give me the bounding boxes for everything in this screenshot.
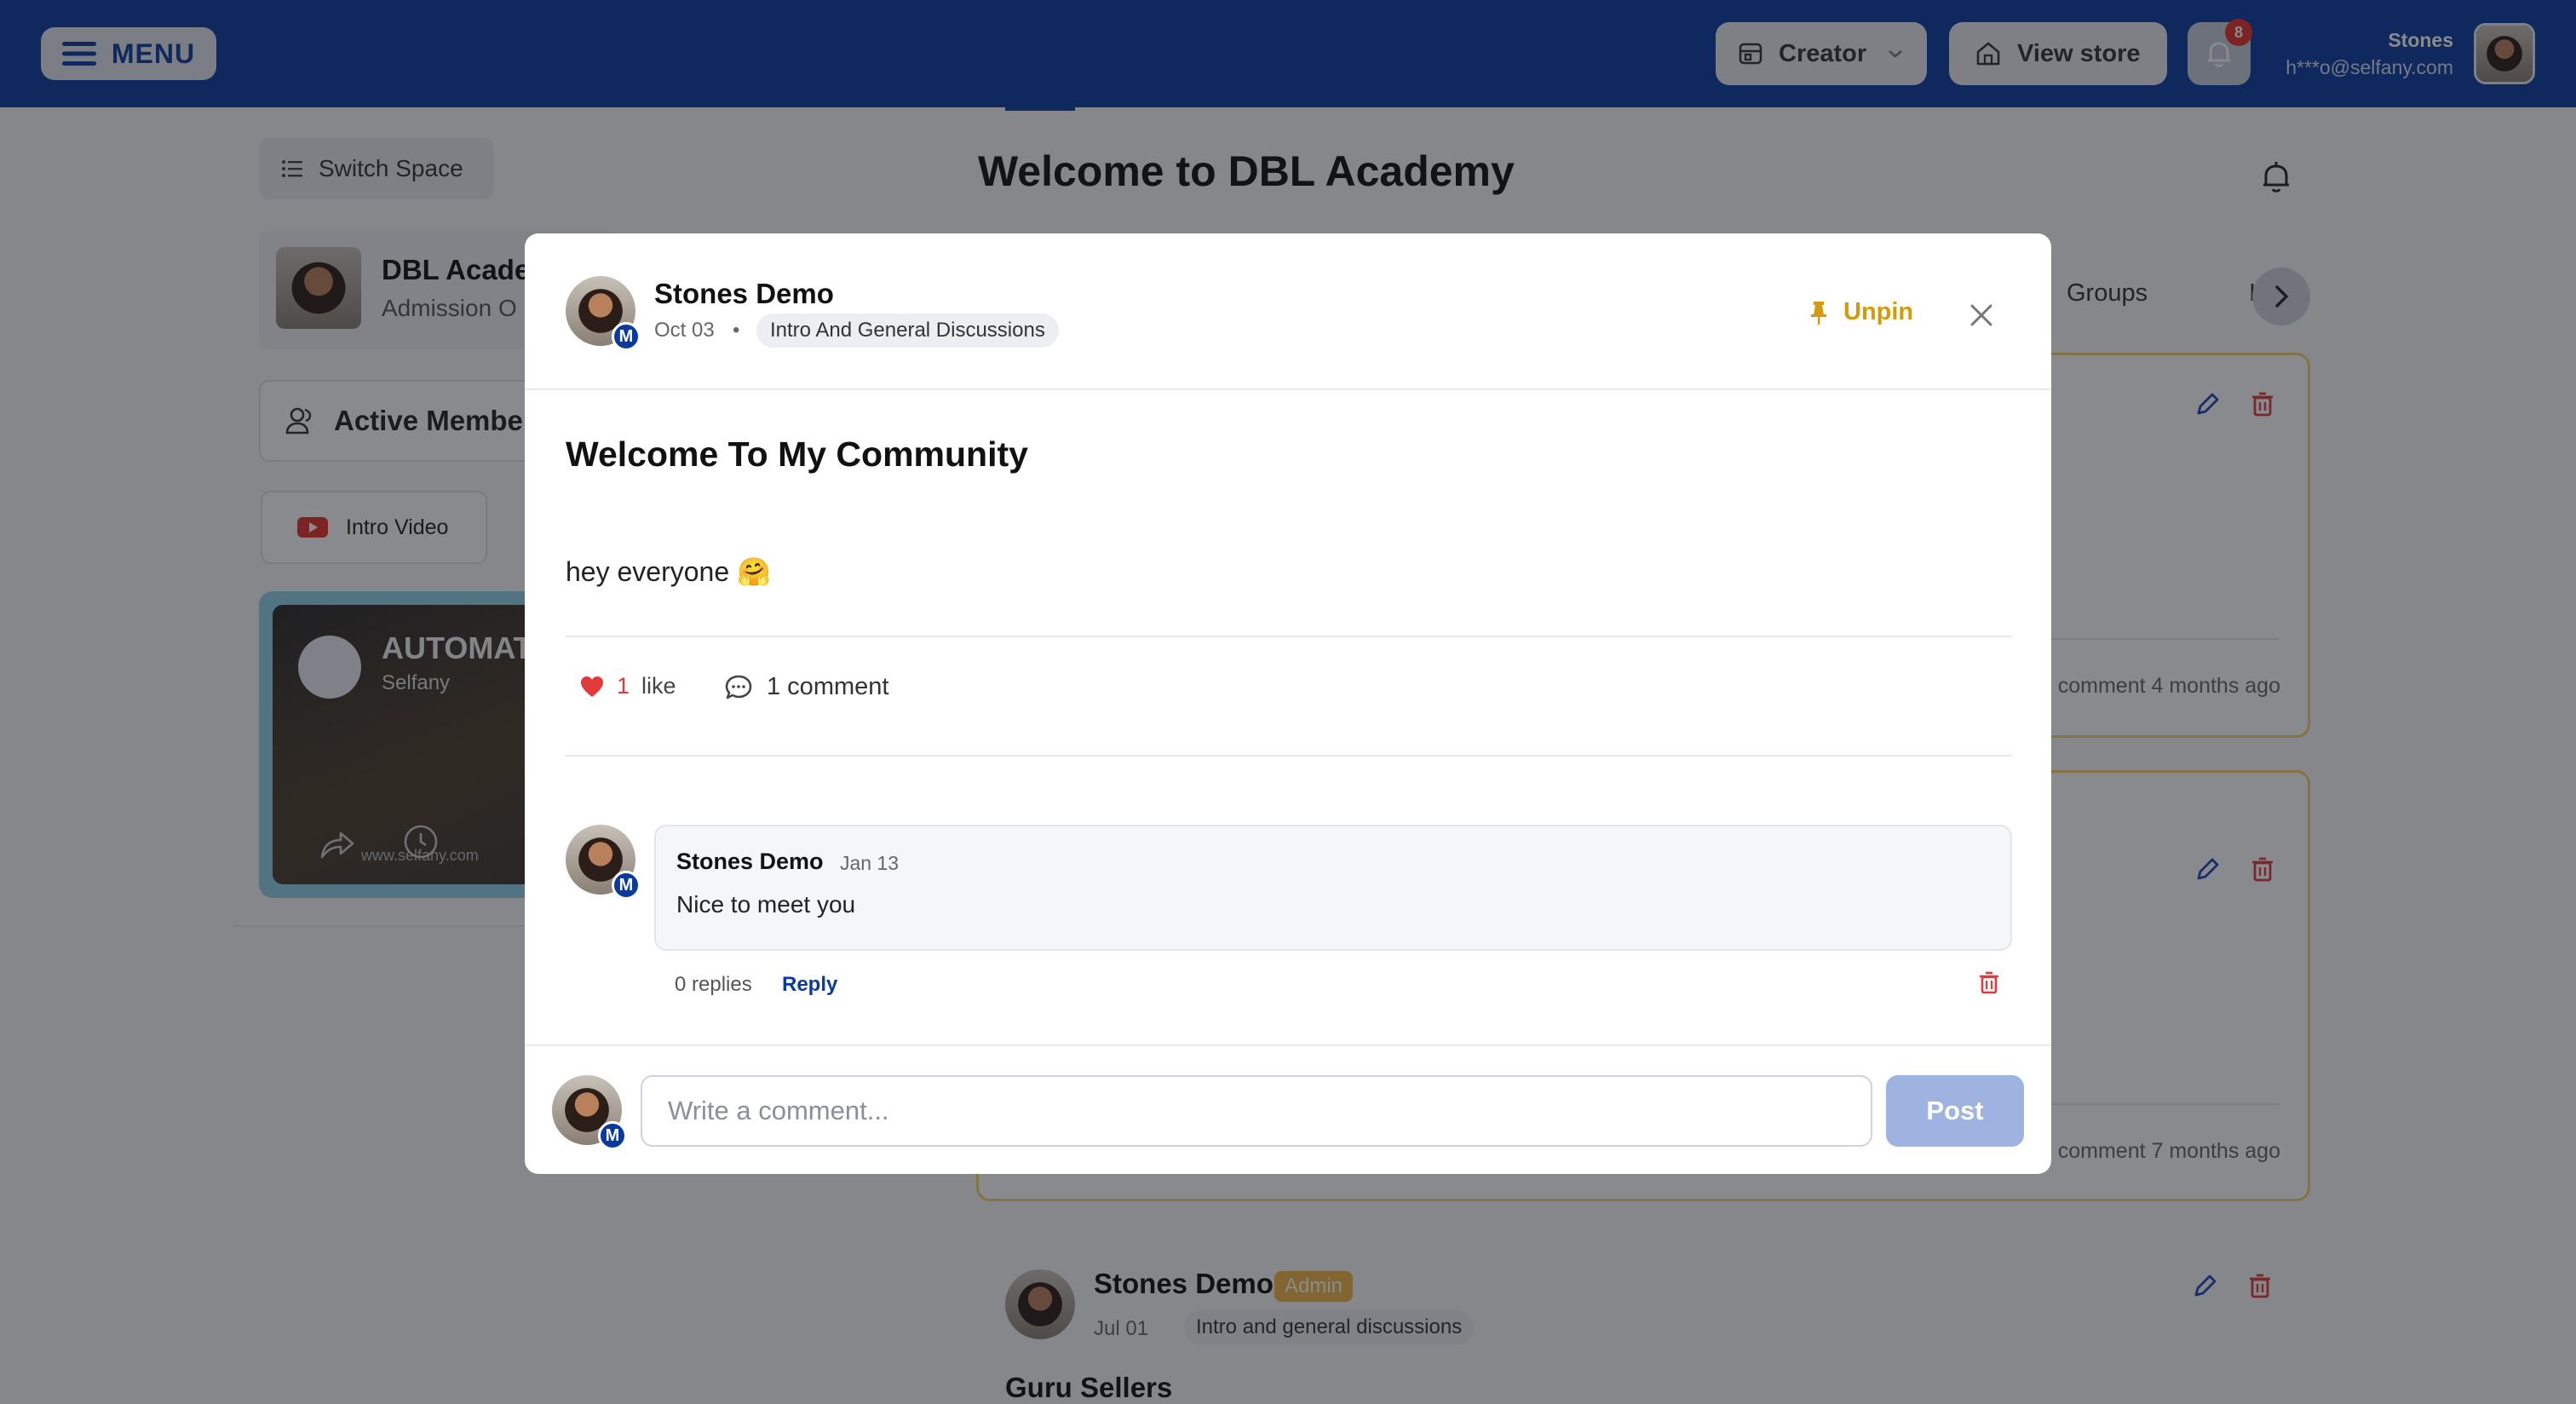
heart-icon [581, 676, 603, 697]
unpin-button[interactable]: Unpin [1809, 298, 1913, 326]
like-count: 1 [617, 673, 630, 699]
comment-input[interactable] [641, 1075, 1872, 1147]
post-author[interactable]: Stones Demo [654, 278, 834, 310]
delete-comment-icon[interactable] [1976, 970, 2002, 995]
header-divider [525, 388, 2051, 390]
separator-dot: • [733, 319, 740, 342]
comment-count-button[interactable]: 1 comment [724, 673, 888, 701]
member-badge: M [612, 871, 641, 900]
comment-text: Nice to meet you [676, 891, 856, 918]
post-body: hey everyone 🤗 [566, 556, 771, 587]
pin-icon [1811, 301, 1826, 325]
commenter-avatar[interactable]: M [566, 825, 641, 900]
current-user-avatar: M [552, 1075, 627, 1150]
reply-button[interactable]: Reply [782, 973, 837, 997]
post-comment-button[interactable]: Post [1886, 1075, 2024, 1147]
comment-date: Jan 13 [840, 852, 900, 874]
unpin-label: Unpin [1843, 298, 1914, 325]
member-badge: M [612, 322, 641, 351]
member-badge: M [598, 1121, 627, 1150]
close-icon[interactable] [1966, 300, 1997, 331]
comment-icon [725, 675, 752, 699]
post-title: Welcome To My Community [566, 434, 1028, 474]
category-chip[interactable]: Intro And General Discussions [756, 314, 1059, 348]
content-divider [566, 636, 2012, 637]
like-button[interactable]: 1 like [579, 673, 676, 699]
author-avatar[interactable]: M [566, 276, 641, 351]
post-date: Oct 03 [654, 319, 715, 342]
comment-author[interactable]: Stones Demo [676, 849, 824, 875]
like-label: like [641, 673, 676, 699]
actions-divider [566, 755, 2012, 757]
comment-bubble [654, 825, 2012, 951]
footer-divider [525, 1044, 2051, 1046]
post-detail-modal: M Stones Demo Oct 03 • Intro And General… [525, 233, 2051, 1174]
replies-count[interactable]: 0 replies [675, 973, 752, 997]
comment-count-label: 1 comment [767, 673, 889, 700]
